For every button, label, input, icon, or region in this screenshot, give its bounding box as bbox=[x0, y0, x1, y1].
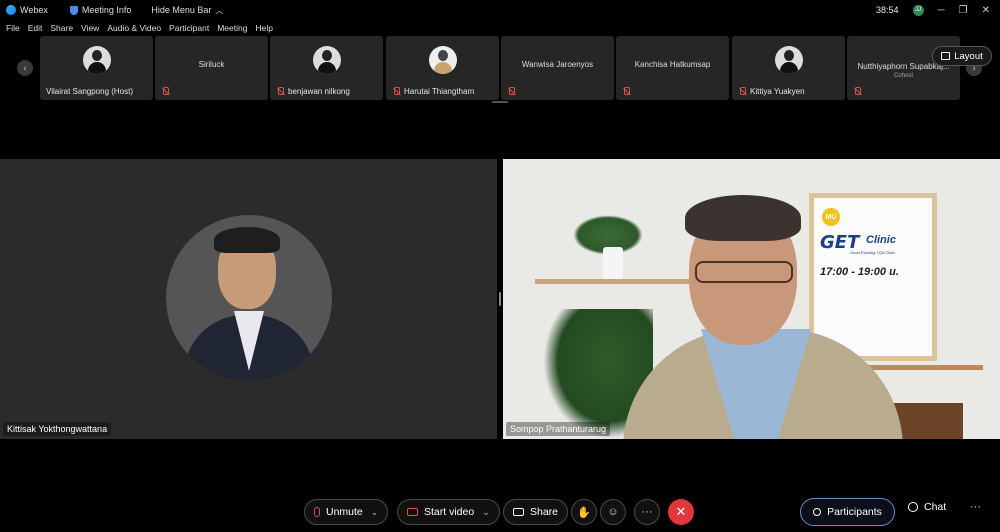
webex-logo-icon bbox=[6, 5, 16, 15]
participant-strip: ‹ Vilairat Sangpong (Host) Siriluck benj… bbox=[0, 36, 1000, 102]
participant-tile[interactable]: Siriluck bbox=[155, 36, 268, 100]
video-name-tag: Kittisak Yokthongwattana bbox=[3, 422, 112, 436]
participant-name: Kanchisa Hatkumsap bbox=[634, 60, 711, 69]
chevron-down-icon[interactable]: ⌄ bbox=[371, 507, 379, 518]
muted-mic-icon bbox=[507, 87, 515, 96]
menu-edit[interactable]: Edit bbox=[28, 23, 43, 33]
poster-clinic: Clinic bbox=[866, 234, 896, 246]
participant-avatar bbox=[82, 46, 111, 74]
chevron-up-icon: ︿ bbox=[215, 5, 224, 15]
raise-hand-button[interactable]: ✋ bbox=[571, 499, 597, 525]
participant-name: Wanwisa Jaroenyos bbox=[521, 60, 594, 69]
muted-mic-icon bbox=[853, 87, 861, 96]
shelf-image bbox=[535, 279, 695, 284]
menu-share[interactable]: Share bbox=[50, 23, 73, 33]
control-bar: Unmute ⌄ Start video ⌄ Share ✋ ☺ ··· ✕ P… bbox=[0, 497, 1000, 529]
participants-label: Participants bbox=[827, 506, 882, 518]
muted-mic-icon bbox=[314, 507, 320, 517]
share-screen-icon bbox=[513, 508, 524, 516]
participant-avatar bbox=[774, 46, 803, 74]
layout-label: Layout bbox=[954, 50, 983, 62]
menu-bar: File Edit Share View Audio & Video Parti… bbox=[0, 20, 275, 36]
menu-view[interactable]: View bbox=[81, 23, 99, 33]
menu-audio-video[interactable]: Audio & Video bbox=[107, 23, 161, 33]
participant-tile[interactable]: Kittiya Yuakyen bbox=[732, 36, 845, 100]
share-label: Share bbox=[530, 506, 559, 518]
app-title: Webex bbox=[6, 5, 48, 15]
chat-button[interactable]: Chat bbox=[908, 501, 946, 513]
muted-mic-icon bbox=[276, 87, 284, 96]
unmute-button[interactable]: Unmute ⌄ bbox=[304, 499, 389, 525]
menu-help[interactable]: Help bbox=[255, 23, 272, 33]
participant-photo bbox=[166, 215, 332, 381]
participant-tile[interactable]: Kanchisa Hatkumsap bbox=[616, 36, 729, 100]
participant-tile[interactable]: Wanwisa Jaroenyos bbox=[501, 36, 614, 100]
muted-mic-icon bbox=[622, 87, 630, 96]
video-tile-left[interactable]: Kittisak Yokthongwattana bbox=[0, 159, 497, 439]
participant-name: Vilairat Sangpong (Host) bbox=[46, 87, 134, 96]
menu-meeting[interactable]: Meeting bbox=[217, 23, 247, 33]
poster-tagline: Good Evening TQA Clinic bbox=[850, 250, 896, 255]
participant-tile[interactable]: Vilairat Sangpong (Host) bbox=[40, 36, 153, 100]
close-window-button[interactable]: ✕ bbox=[982, 5, 990, 16]
shield-icon bbox=[69, 5, 78, 15]
participant-tile[interactable]: Harutai Thiangtham bbox=[386, 36, 499, 100]
user-avatar[interactable]: JJ bbox=[912, 4, 924, 16]
title-bar: Webex Meeting Info Hide Menu Bar ︿ 38:54… bbox=[0, 0, 1000, 20]
minimize-button[interactable]: ─ bbox=[938, 5, 945, 16]
hide-menu-bar-label: Hide Menu Bar bbox=[151, 5, 212, 15]
split-resize-handle[interactable] bbox=[499, 292, 501, 306]
muted-mic-icon bbox=[392, 87, 400, 96]
strip-resize-handle[interactable] bbox=[492, 101, 508, 103]
menu-file[interactable]: File bbox=[6, 23, 20, 33]
meeting-timer: 38:54 bbox=[876, 5, 899, 15]
participant-tile[interactable]: benjawan nilkong bbox=[270, 36, 383, 100]
menu-participant[interactable]: Participant bbox=[169, 23, 209, 33]
more-panels-button[interactable]: ··· bbox=[970, 501, 981, 513]
poster-time: 17:00 - 19:00 u. bbox=[820, 266, 899, 278]
video-tile-right[interactable]: MU GET Clinic Good Evening TQA Clinic 17… bbox=[503, 159, 1000, 439]
layout-button[interactable]: Layout bbox=[932, 46, 992, 66]
chat-icon bbox=[908, 502, 918, 512]
muted-mic-icon bbox=[738, 87, 746, 96]
hide-menu-bar-button[interactable]: Hide Menu Bar ︿ bbox=[151, 5, 223, 16]
video-off-icon bbox=[407, 508, 418, 516]
speaker-hair bbox=[685, 195, 801, 241]
share-button[interactable]: Share bbox=[503, 499, 569, 525]
participant-name: Kittiya Yuakyen bbox=[750, 87, 805, 96]
muted-mic-icon bbox=[161, 87, 169, 96]
cohost-badge: Cohost bbox=[893, 73, 913, 79]
layout-icon bbox=[941, 52, 951, 60]
person-icon bbox=[813, 508, 822, 516]
unmute-label: Unmute bbox=[326, 506, 363, 518]
end-meeting-button[interactable]: ✕ bbox=[668, 499, 694, 525]
maximize-button[interactable]: ❐ bbox=[959, 5, 968, 16]
more-options-button[interactable]: ··· bbox=[634, 499, 660, 525]
chevron-down-icon[interactable]: ⌄ bbox=[482, 507, 490, 518]
strip-prev-button[interactable]: ‹ bbox=[17, 60, 33, 76]
mu-logo: MU bbox=[822, 208, 840, 226]
participant-name: Harutai Thiangtham bbox=[404, 87, 475, 96]
app-name: Webex bbox=[20, 5, 48, 15]
participants-button[interactable]: Participants bbox=[800, 498, 895, 526]
participant-name: benjawan nilkong bbox=[288, 87, 350, 96]
participant-name: Siriluck bbox=[198, 60, 225, 69]
participant-avatar bbox=[428, 46, 457, 74]
reactions-button[interactable]: ☺ bbox=[600, 499, 626, 525]
speaker-glasses bbox=[695, 261, 793, 283]
start-video-button[interactable]: Start video ⌄ bbox=[397, 499, 500, 525]
meeting-info-label: Meeting Info bbox=[81, 5, 132, 15]
video-name-tag: Sompop Prathanturarug bbox=[506, 422, 611, 436]
participant-avatar bbox=[312, 46, 341, 74]
pot-image bbox=[603, 247, 623, 279]
poster-frame: MU GET Clinic Good Evening TQA Clinic 17… bbox=[809, 193, 937, 361]
chat-label: Chat bbox=[924, 501, 947, 513]
start-video-label: Start video bbox=[424, 506, 475, 518]
meeting-info-button[interactable]: Meeting Info bbox=[69, 5, 132, 15]
